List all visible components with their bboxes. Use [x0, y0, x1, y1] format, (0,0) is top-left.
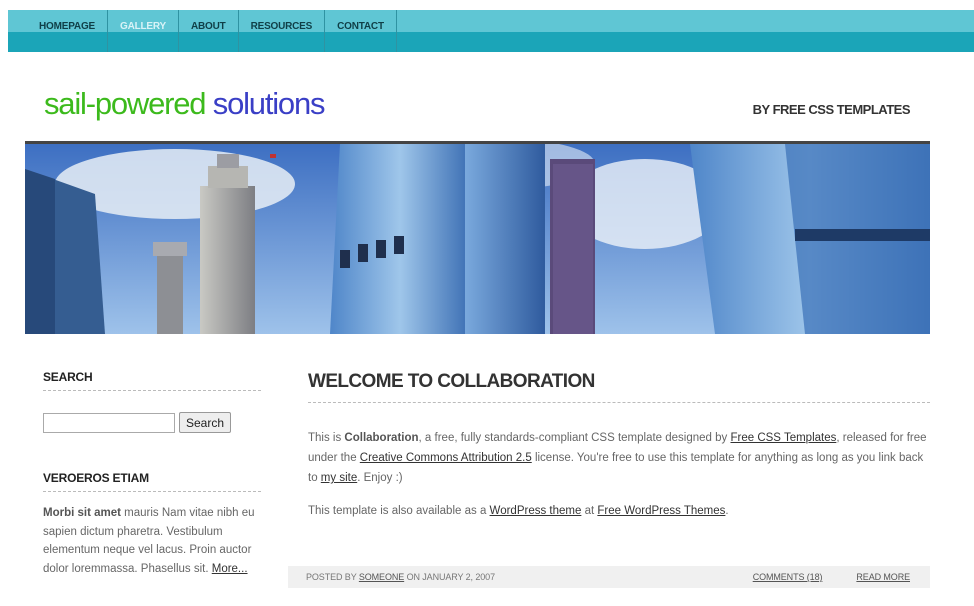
post-text: This template is also available as a — [308, 505, 490, 517]
link-creative-commons[interactable]: Creative Commons Attribution 2.5 — [360, 452, 532, 464]
comments-link[interactable]: COMMENTS (18) — [753, 572, 823, 582]
search-button[interactable]: Search — [179, 412, 232, 433]
link-my-site[interactable]: my site — [321, 472, 357, 484]
post-text: , a free, fully standards-compliant CSS … — [418, 432, 731, 444]
top-navigation-bar: HOMEPAGE GALLERY ABOUT RESOURCES CONTACT — [8, 10, 974, 52]
skyscrapers-illustration — [25, 144, 930, 334]
main-content: WELCOME TO COLLABORATION This is Collabo… — [308, 371, 930, 521]
author-link[interactable]: SOMEONE — [359, 572, 404, 582]
post-title: WELCOME TO COLLABORATION — [308, 371, 930, 403]
post-text: This is — [308, 432, 345, 444]
nav-link-resources[interactable]: RESOURCES — [239, 21, 325, 42]
sidebar-block-text: Morbi sit amet mauris Nam vitae nibh eu … — [43, 504, 261, 578]
nav-link-homepage[interactable]: HOMEPAGE — [8, 21, 107, 42]
link-free-css-templates[interactable]: Free CSS Templates — [730, 432, 836, 444]
post-text: at — [581, 505, 598, 517]
site-tagline: BY FREE CSS TEMPLATES — [752, 102, 911, 117]
sidebar-block-bold: Morbi sit amet — [43, 507, 121, 519]
post-paragraph-2: This template is also available as a Wor… — [308, 501, 930, 521]
read-more-link[interactable]: READ MORE — [856, 572, 910, 582]
search-form: Search — [43, 412, 261, 433]
nav-item-resources[interactable]: RESOURCES — [239, 10, 326, 52]
nav-item-gallery[interactable]: GALLERY — [108, 10, 180, 52]
link-free-wordpress-themes[interactable]: Free WordPress Themes — [597, 505, 725, 517]
post-bold-text: Collaboration — [344, 432, 419, 444]
posted-by-label: POSTED BY — [306, 572, 359, 582]
post-meta-actions: COMMENTS (18) READ MORE — [719, 572, 910, 582]
nav-item-contact[interactable]: CONTACT — [325, 10, 397, 52]
nav-link-about[interactable]: ABOUT — [179, 21, 238, 42]
nav-item-about[interactable]: ABOUT — [179, 10, 239, 52]
logo-text-green: sail-powered — [44, 86, 213, 121]
post-meta-bar: POSTED BY SOMEONE ON JANUARY 2, 2007 COM… — [288, 566, 930, 588]
site-logo[interactable]: sail-powered solutions — [44, 86, 326, 122]
post-meta-info: POSTED BY SOMEONE ON JANUARY 2, 2007 — [306, 572, 495, 582]
search-heading: SEARCH — [43, 370, 261, 391]
post-date: ON JANUARY 2, 2007 — [404, 572, 496, 582]
banner-image — [25, 141, 930, 334]
nav-link-gallery[interactable]: GALLERY — [108, 21, 178, 42]
search-input[interactable] — [43, 412, 175, 433]
sidebar-block-heading: VEROEROS ETIAM — [43, 471, 261, 492]
nav-menu: HOMEPAGE GALLERY ABOUT RESOURCES CONTACT — [8, 10, 397, 52]
nav-link-contact[interactable]: CONTACT — [325, 21, 396, 42]
post-paragraph-1: This is Collaboration, a free, fully sta… — [308, 428, 930, 488]
sidebar: SEARCH Search VEROEROS ETIAM Morbi sit a… — [43, 370, 261, 578]
logo-text-blue: solutions — [212, 86, 326, 121]
link-wordpress-theme[interactable]: WordPress theme — [490, 505, 582, 517]
sidebar-block: VEROEROS ETIAM Morbi sit amet mauris Nam… — [43, 471, 261, 578]
nav-item-homepage[interactable]: HOMEPAGE — [8, 10, 108, 52]
sidebar-more-link[interactable]: More... — [212, 563, 248, 575]
post-text: . Enjoy :) — [357, 472, 403, 484]
post-text: . — [725, 505, 729, 517]
